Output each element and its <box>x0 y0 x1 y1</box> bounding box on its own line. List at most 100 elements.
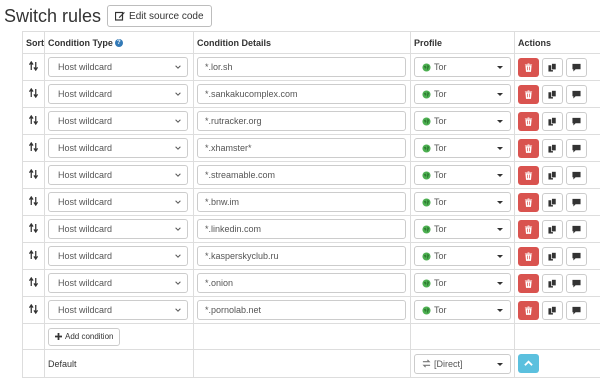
profile-select[interactable]: Tor <box>414 192 511 212</box>
sort-handle-icon[interactable] <box>28 168 39 180</box>
condition-details-input[interactable]: *.streamable.com <box>197 165 406 185</box>
chevron-down-icon <box>175 308 181 312</box>
profile-select[interactable]: Tor <box>414 273 511 293</box>
condition-type-value: Host wildcard <box>58 116 113 126</box>
add-condition-button[interactable]: Add condition <box>48 327 121 346</box>
condition-type-select[interactable]: Host wildcard <box>48 57 188 77</box>
profile-value: Tor <box>434 143 447 153</box>
sort-handle-icon[interactable] <box>28 195 39 207</box>
condition-details-input[interactable]: *.sankakucomplex.com <box>197 84 406 104</box>
duplicate-button[interactable] <box>542 138 563 158</box>
profile-select[interactable]: Tor <box>414 57 511 77</box>
profile-select[interactable]: Tor <box>414 165 511 185</box>
sort-handle-icon[interactable] <box>28 60 39 72</box>
globe-icon <box>422 251 431 261</box>
duplicate-button[interactable] <box>542 57 563 77</box>
delete-button[interactable] <box>518 246 539 266</box>
profile-select[interactable]: Tor <box>414 300 511 320</box>
condition-details-input[interactable]: *.pornolab.net <box>197 300 406 320</box>
comment-button[interactable] <box>566 246 587 266</box>
condition-details-input[interactable]: *.xhamster* <box>197 138 406 158</box>
help-icon[interactable]: ? <box>114 39 123 48</box>
delete-button[interactable] <box>518 111 539 131</box>
sort-handle-icon[interactable] <box>28 276 39 288</box>
comment-button[interactable] <box>566 219 587 239</box>
condition-details-value: *.streamable.com <box>205 170 276 180</box>
sort-handle-icon[interactable] <box>28 249 39 261</box>
rule-row: Host wildcard *.sankakucomplex.com Tor <box>22 80 600 108</box>
duplicate-button[interactable] <box>542 111 563 131</box>
delete-button[interactable] <box>518 273 539 293</box>
profile-select[interactable]: Tor <box>414 246 511 266</box>
scroll-up-button[interactable] <box>518 354 539 373</box>
add-condition-row: Add condition <box>22 323 600 350</box>
condition-details-input[interactable]: *.bnw.im <box>197 192 406 212</box>
profile-select[interactable]: Tor <box>414 138 511 158</box>
sort-handle-icon[interactable] <box>28 303 39 315</box>
duplicate-button[interactable] <box>542 246 563 266</box>
comment-button[interactable] <box>566 138 587 158</box>
condition-details-input[interactable]: *.linkedin.com <box>197 219 406 239</box>
comment-button[interactable] <box>566 84 587 104</box>
condition-type-value: Host wildcard <box>58 224 113 234</box>
globe-icon <box>422 278 431 288</box>
condition-type-select[interactable]: Host wildcard <box>48 300 188 320</box>
condition-type-select[interactable]: Host wildcard <box>48 111 188 131</box>
sort-handle-icon[interactable] <box>28 114 39 126</box>
copy-icon <box>548 116 557 126</box>
duplicate-button[interactable] <box>542 300 563 320</box>
condition-details-value: *.lor.sh <box>205 62 233 72</box>
sort-handle-icon[interactable] <box>28 141 39 153</box>
delete-button[interactable] <box>518 165 539 185</box>
duplicate-button[interactable] <box>542 273 563 293</box>
profile-select[interactable]: Tor <box>414 219 511 239</box>
condition-type-select[interactable]: Host wildcard <box>48 246 188 266</box>
condition-details-input[interactable]: *.kasperskyclub.ru <box>197 246 406 266</box>
duplicate-button[interactable] <box>542 165 563 185</box>
condition-type-select[interactable]: Host wildcard <box>48 219 188 239</box>
condition-details-input[interactable]: *.rutracker.org <box>197 111 406 131</box>
duplicate-button[interactable] <box>542 192 563 212</box>
duplicate-button[interactable] <box>542 219 563 239</box>
chevron-down-icon <box>175 281 181 285</box>
duplicate-button[interactable] <box>542 84 563 104</box>
comment-button[interactable] <box>566 111 587 131</box>
condition-details-input[interactable]: *.lor.sh <box>197 57 406 77</box>
chevron-down-icon <box>497 174 503 177</box>
default-profile-select[interactable]: [Direct] <box>414 353 511 374</box>
delete-button[interactable] <box>518 300 539 320</box>
trash-icon <box>524 252 533 261</box>
delete-button[interactable] <box>518 57 539 77</box>
sort-handle-icon[interactable] <box>28 87 39 99</box>
trash-icon <box>524 63 533 72</box>
condition-details-input[interactable]: *.onion <box>197 273 406 293</box>
profile-select[interactable]: Tor <box>414 111 511 131</box>
trash-icon <box>524 306 533 315</box>
sort-handle-icon[interactable] <box>28 222 39 234</box>
condition-type-select[interactable]: Host wildcard <box>48 84 188 104</box>
delete-button[interactable] <box>518 84 539 104</box>
condition-type-select[interactable]: Host wildcard <box>48 138 188 158</box>
comment-button[interactable] <box>566 192 587 212</box>
edit-source-code-button[interactable]: Edit source code <box>107 5 212 27</box>
comment-button[interactable] <box>566 57 587 77</box>
comment-button[interactable] <box>566 300 587 320</box>
condition-details-value: *.linkedin.com <box>205 224 262 234</box>
condition-type-select[interactable]: Host wildcard <box>48 192 188 212</box>
comment-button[interactable] <box>566 165 587 185</box>
delete-button[interactable] <box>518 192 539 212</box>
delete-button[interactable] <box>518 219 539 239</box>
profile-value: Tor <box>434 62 447 72</box>
comment-button[interactable] <box>566 273 587 293</box>
condition-type-value: Host wildcard <box>58 89 113 99</box>
profile-select[interactable]: Tor <box>414 84 511 104</box>
page-title: Switch rules <box>4 5 102 26</box>
chevron-down-icon <box>497 282 503 285</box>
default-label: Default <box>48 358 77 369</box>
globe-icon <box>422 143 431 153</box>
chevron-down-icon <box>175 92 181 96</box>
direct-exchange-icon <box>422 359 431 368</box>
condition-type-select[interactable]: Host wildcard <box>48 165 188 185</box>
delete-button[interactable] <box>518 138 539 158</box>
condition-type-select[interactable]: Host wildcard <box>48 273 188 293</box>
